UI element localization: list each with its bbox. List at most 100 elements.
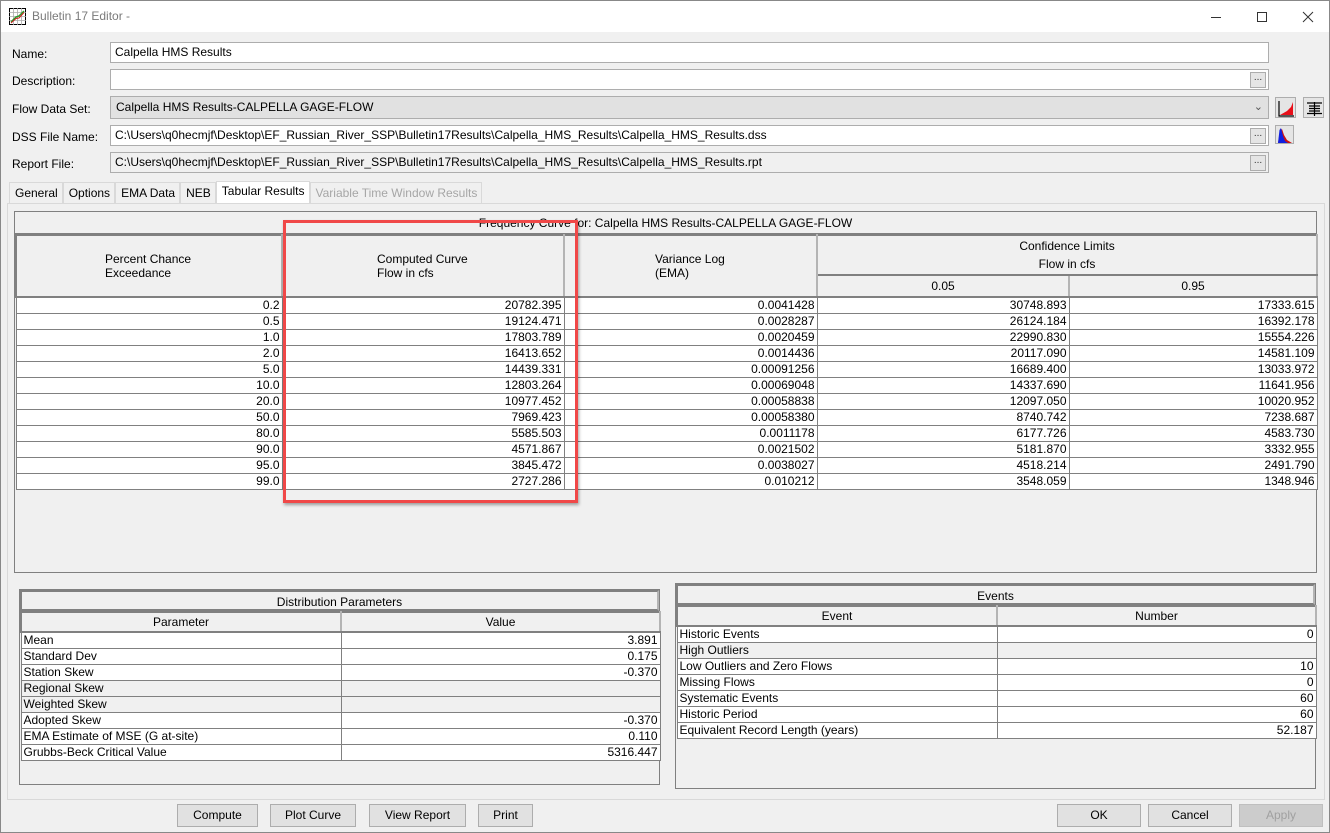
cell-c05[interactable]: 16689.400 <box>816 360 1070 378</box>
cell-number[interactable]: 60 <box>996 689 1317 707</box>
cell-computed[interactable]: 10977.452 <box>281 392 565 410</box>
cell-computed[interactable]: 2727.286 <box>281 472 565 490</box>
cell-value[interactable] <box>340 695 661 713</box>
close-button[interactable] <box>1285 1 1330 32</box>
cell-param[interactable]: Regional Skew <box>20 679 342 697</box>
report-file-browse-button[interactable]: ... <box>1250 155 1266 171</box>
cell-pce[interactable]: 10.0 <box>15 376 283 394</box>
tab-neb[interactable]: NEB <box>180 182 216 203</box>
header-conf-095[interactable]: 0.95 <box>1067 274 1319 298</box>
cell-computed[interactable]: 7969.423 <box>281 408 565 426</box>
cell-c95[interactable]: 17333.615 <box>1068 296 1318 314</box>
cell-c05[interactable]: 12097.050 <box>816 392 1070 410</box>
cell-c05[interactable]: 26124.184 <box>816 312 1070 330</box>
cell-c95[interactable]: 7238.687 <box>1068 408 1318 426</box>
cell-computed[interactable]: 3845.472 <box>281 456 565 474</box>
cell-c95[interactable]: 11641.956 <box>1068 376 1318 394</box>
name-input[interactable]: Calpella HMS Results <box>110 42 1269 63</box>
cell-variance[interactable]: 0.00069048 <box>563 376 818 394</box>
cell-number[interactable]: 0 <box>996 625 1317 643</box>
header-confidence-limits[interactable]: Confidence Limits Flow in cfs <box>815 234 1319 276</box>
cell-variance[interactable]: 0.0020459 <box>563 328 818 346</box>
cell-param[interactable]: Grubbs-Beck Critical Value <box>20 743 342 761</box>
cell-event[interactable]: Systematic Events <box>676 689 998 707</box>
header-conf-005[interactable]: 0.05 <box>816 274 1070 298</box>
tab-ema-data[interactable]: EMA Data <box>115 182 181 203</box>
report-file-input[interactable]: C:\Users\q0hecmjf\Desktop\EF_Russian_Riv… <box>110 152 1269 173</box>
cell-computed[interactable]: 17803.789 <box>281 328 565 346</box>
cell-param[interactable]: Standard Dev <box>20 647 342 665</box>
cell-event[interactable]: Missing Flows <box>676 673 998 691</box>
cell-c05[interactable]: 22990.830 <box>816 328 1070 346</box>
tab-general[interactable]: General <box>9 182 63 203</box>
cell-value[interactable] <box>340 679 661 697</box>
minimize-button[interactable] <box>1193 1 1239 32</box>
cell-c05[interactable]: 8740.742 <box>816 408 1070 426</box>
cell-computed[interactable]: 5585.503 <box>281 424 565 442</box>
cell-pce[interactable]: 0.5 <box>15 312 283 330</box>
cell-number[interactable]: 10 <box>996 657 1317 675</box>
flow-data-set-select[interactable]: Calpella HMS Results-CALPELLA GAGE-FLOW … <box>110 96 1269 119</box>
cell-event[interactable]: High Outliers <box>676 641 998 659</box>
cell-c95[interactable]: 14581.109 <box>1068 344 1318 362</box>
cell-value[interactable]: 0.110 <box>340 727 661 745</box>
cell-computed[interactable]: 4571.867 <box>281 440 565 458</box>
cell-variance[interactable]: 0.0021502 <box>563 440 818 458</box>
header-number[interactable]: Number <box>996 605 1317 627</box>
dss-plot-button[interactable] <box>1275 125 1294 144</box>
cell-value[interactable]: 0.175 <box>340 647 661 665</box>
cell-c05[interactable]: 5181.870 <box>816 440 1070 458</box>
dss-file-input[interactable]: C:\Users\q0hecmjf\Desktop\EF_Russian_Riv… <box>110 125 1269 146</box>
cell-variance[interactable]: 0.00058838 <box>563 392 818 410</box>
cell-pce[interactable]: 1.0 <box>15 328 283 346</box>
cell-variance[interactable]: 0.0014436 <box>563 344 818 362</box>
cell-value[interactable]: 5316.447 <box>340 743 661 761</box>
cell-pce[interactable]: 5.0 <box>15 360 283 378</box>
compute-button[interactable]: Compute <box>177 804 258 827</box>
cell-pce[interactable]: 50.0 <box>15 408 283 426</box>
cell-c95[interactable]: 15554.226 <box>1068 328 1318 346</box>
cell-pce[interactable]: 95.0 <box>15 456 283 474</box>
cell-c05[interactable]: 20117.090 <box>816 344 1070 362</box>
header-event[interactable]: Event <box>676 605 998 627</box>
cell-number[interactable] <box>996 641 1317 659</box>
cell-variance[interactable]: 0.0038027 <box>563 456 818 474</box>
cancel-button[interactable]: Cancel <box>1148 804 1232 827</box>
cell-pce[interactable]: 90.0 <box>15 440 283 458</box>
cell-variance[interactable]: 0.0028287 <box>563 312 818 330</box>
cell-number[interactable]: 52.187 <box>996 721 1317 739</box>
cell-value[interactable]: -0.370 <box>340 663 661 681</box>
cell-c05[interactable]: 14337.690 <box>816 376 1070 394</box>
cell-param[interactable]: Weighted Skew <box>20 695 342 713</box>
cell-value[interactable]: 3.891 <box>340 631 661 649</box>
cell-value[interactable]: -0.370 <box>340 711 661 729</box>
ok-button[interactable]: OK <box>1057 804 1141 827</box>
cell-c05[interactable]: 30748.893 <box>816 296 1070 314</box>
header-percent-chance[interactable]: Percent Chance Exceedance <box>15 234 283 298</box>
cell-param[interactable]: Mean <box>20 631 342 649</box>
print-button[interactable]: Print <box>478 804 533 827</box>
tab-tabular-results[interactable]: Tabular Results <box>215 181 310 203</box>
cell-param[interactable]: Station Skew <box>20 663 342 681</box>
cell-c05[interactable]: 4518.214 <box>816 456 1070 474</box>
plot-frequency-button[interactable] <box>1275 97 1296 118</box>
cell-number[interactable]: 60 <box>996 705 1317 723</box>
cell-event[interactable]: Low Outliers and Zero Flows <box>676 657 998 675</box>
cell-c95[interactable]: 4583.730 <box>1068 424 1318 442</box>
cell-variance[interactable]: 0.010212 <box>563 472 818 490</box>
header-computed-curve[interactable]: Computed Curve Flow in cfs <box>281 234 565 298</box>
cell-pce[interactable]: 0.2 <box>15 296 283 314</box>
description-input[interactable] <box>110 69 1269 90</box>
cell-pce[interactable]: 80.0 <box>15 424 283 442</box>
cell-param[interactable]: Adopted Skew <box>20 711 342 729</box>
cell-computed[interactable]: 19124.471 <box>281 312 565 330</box>
cell-c05[interactable]: 6177.726 <box>816 424 1070 442</box>
cell-variance[interactable]: 0.0041428 <box>563 296 818 314</box>
dss-file-browse-button[interactable]: ... <box>1250 128 1266 144</box>
cell-c95[interactable]: 2491.790 <box>1068 456 1318 474</box>
cell-c95[interactable]: 13033.972 <box>1068 360 1318 378</box>
cell-c95[interactable]: 3332.955 <box>1068 440 1318 458</box>
cell-param[interactable]: EMA Estimate of MSE (G at-site) <box>20 727 342 745</box>
cell-pce[interactable]: 20.0 <box>15 392 283 410</box>
cell-event[interactable]: Equivalent Record Length (years) <box>676 721 998 739</box>
